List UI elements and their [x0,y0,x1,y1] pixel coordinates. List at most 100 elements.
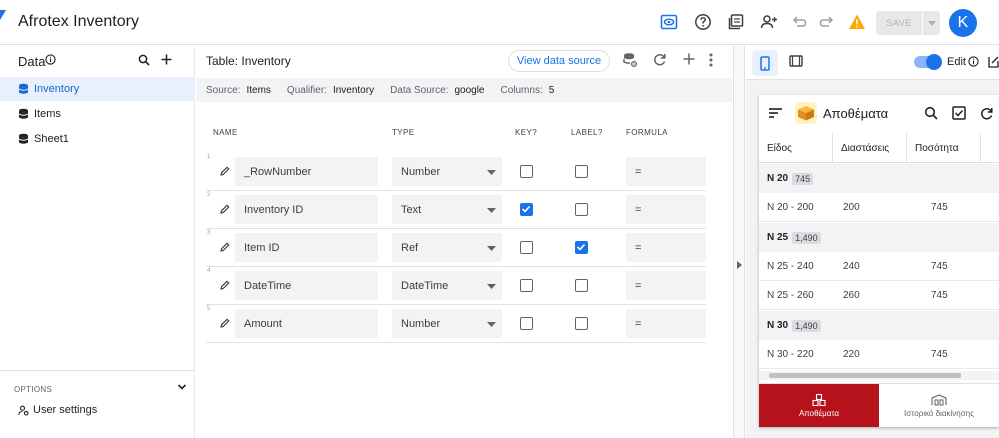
tab-label: Ιστορικό διακίνησης [904,409,974,418]
column-name-field[interactable]: Amount [235,309,378,338]
preview-column-quantity[interactable]: Ποσότητα [907,133,981,163]
refresh-icon[interactable] [979,106,994,121]
boxes-icon [812,394,826,406]
key-checkbox[interactable] [520,203,533,216]
label-checkbox[interactable] [575,317,588,330]
checkmark-icon [576,243,586,251]
formula-field[interactable]: = [626,233,706,262]
preview-table-header: Είδος Διαστάσεις Ποσότητα [759,133,999,163]
label-checkbox[interactable] [575,241,588,254]
app-view-title: Αποθέματα [823,106,889,121]
table-row: 3 Item ID Ref = [206,229,706,267]
formula-field[interactable]: = [626,309,706,338]
preview-row[interactable]: N 30 - 220 220 745 [759,340,999,369]
mobile-view-button[interactable] [752,50,778,76]
edit-pencil-icon[interactable] [220,166,230,176]
table-row: 2 Inventory ID Text = [206,191,706,229]
select-checkbox-icon[interactable] [952,106,966,120]
undo-icon[interactable] [789,12,809,32]
sort-menu-icon[interactable] [769,108,782,118]
cell-dimensions: 200 [843,202,860,213]
save-options-caret-icon[interactable] [923,20,940,26]
row-index: 4 [207,268,211,274]
edit-pencil-icon[interactable] [220,204,230,214]
help-icon[interactable] [693,12,713,32]
column-name-field[interactable]: Inventory ID [235,195,378,224]
group-header[interactable]: N 30 1,490 [759,311,999,340]
save-button[interactable]: SAVE [876,11,940,35]
formula-field[interactable]: = [626,195,706,224]
formula-field[interactable]: = [626,271,706,300]
preview-row[interactable]: N 25 - 240 240 745 [759,252,999,281]
cell-dimensions: 220 [843,349,860,360]
column-type-select[interactable]: Number [392,157,502,186]
formula-field[interactable]: = [626,157,706,186]
data-section-title: Data [18,54,46,69]
column-type-select[interactable]: Ref [392,233,502,262]
edit-toggle[interactable] [914,54,942,70]
more-options-icon[interactable] [708,52,714,68]
key-checkbox[interactable] [520,241,533,254]
label-checkbox[interactable] [575,279,588,292]
edit-pencil-icon[interactable] [220,318,230,328]
panel-splitter[interactable] [733,46,745,438]
cell-dimensions: 240 [843,261,860,272]
tab-movement-history[interactable]: Ιστορικό διακίνησης [879,384,999,427]
tab-label: Αποθέματα [798,409,840,418]
user-settings-link[interactable]: User settings [18,404,97,416]
add-column-icon[interactable] [682,52,696,66]
group-header[interactable]: N 25 1,490 [759,223,999,252]
chevron-down-icon[interactable] [177,383,187,391]
sidebar-item-items[interactable]: Items [0,102,195,126]
database-icon [19,133,28,144]
info-icon[interactable] [968,56,979,67]
tab-inventory[interactable]: Αποθέματα [759,384,879,427]
tablet-icon[interactable] [789,55,803,67]
column-name-field[interactable]: _RowNumber [235,157,378,186]
horizontal-scrollbar[interactable] [759,371,999,380]
redo-icon[interactable] [817,12,837,32]
edit-pencil-icon[interactable] [220,280,230,290]
column-name-field[interactable]: DateTime [235,271,378,300]
column-type-select[interactable]: Number [392,309,502,338]
sidebar-item-inventory[interactable]: Inventory [0,77,195,101]
group-count-badge: 1,490 [792,231,821,244]
refresh-icon[interactable] [652,52,667,67]
key-checkbox[interactable] [520,317,533,330]
column-type-select[interactable]: DateTime [392,271,502,300]
preview-row[interactable]: N 20 - 200 200 745 [759,193,999,222]
table-info-bar: Source: Items Qualifier: Inventory Data … [196,78,732,102]
search-icon[interactable] [138,54,150,66]
group-header[interactable]: N 20 745 [759,164,999,193]
view-data-source-button[interactable]: View data source [508,50,610,72]
preview-column-item[interactable]: Είδος [759,133,833,163]
preview-column-dimensions[interactable]: Διαστάσεις [833,133,907,163]
open-external-icon[interactable] [988,55,999,68]
sidebar-item-sheet1[interactable]: Sheet1 [0,127,195,151]
user-settings-label: User settings [33,404,98,416]
info-icon[interactable] [45,54,56,65]
label-checkbox[interactable] [575,203,588,216]
table-settings-icon[interactable] [622,52,638,68]
copy-app-icon[interactable] [726,12,746,32]
column-type-value: Number [401,317,441,330]
key-checkbox[interactable] [520,165,533,178]
add-table-icon[interactable] [160,53,173,66]
share-user-icon[interactable] [759,12,779,32]
top-bar: Afrotex Inventory SAVE K [0,0,999,45]
cell-quantity: 745 [931,202,948,213]
account-avatar[interactable]: K [949,9,977,37]
cell-item: N 20 - 200 [767,202,814,213]
search-icon[interactable] [924,106,938,120]
warning-icon[interactable] [847,12,867,32]
preview-row[interactable]: N 25 - 260 260 745 [759,281,999,310]
label-checkbox[interactable] [575,165,588,178]
dropdown-arrow-icon [487,170,496,175]
collapse-arrow-icon[interactable] [737,261,742,269]
column-type-select[interactable]: Text [392,195,502,224]
edit-pencil-icon[interactable] [220,242,230,252]
preview-eye-icon[interactable] [659,12,679,32]
scrollbar-thumb[interactable] [769,373,961,378]
key-checkbox[interactable] [520,279,533,292]
column-name-field[interactable]: Item ID [235,233,378,262]
